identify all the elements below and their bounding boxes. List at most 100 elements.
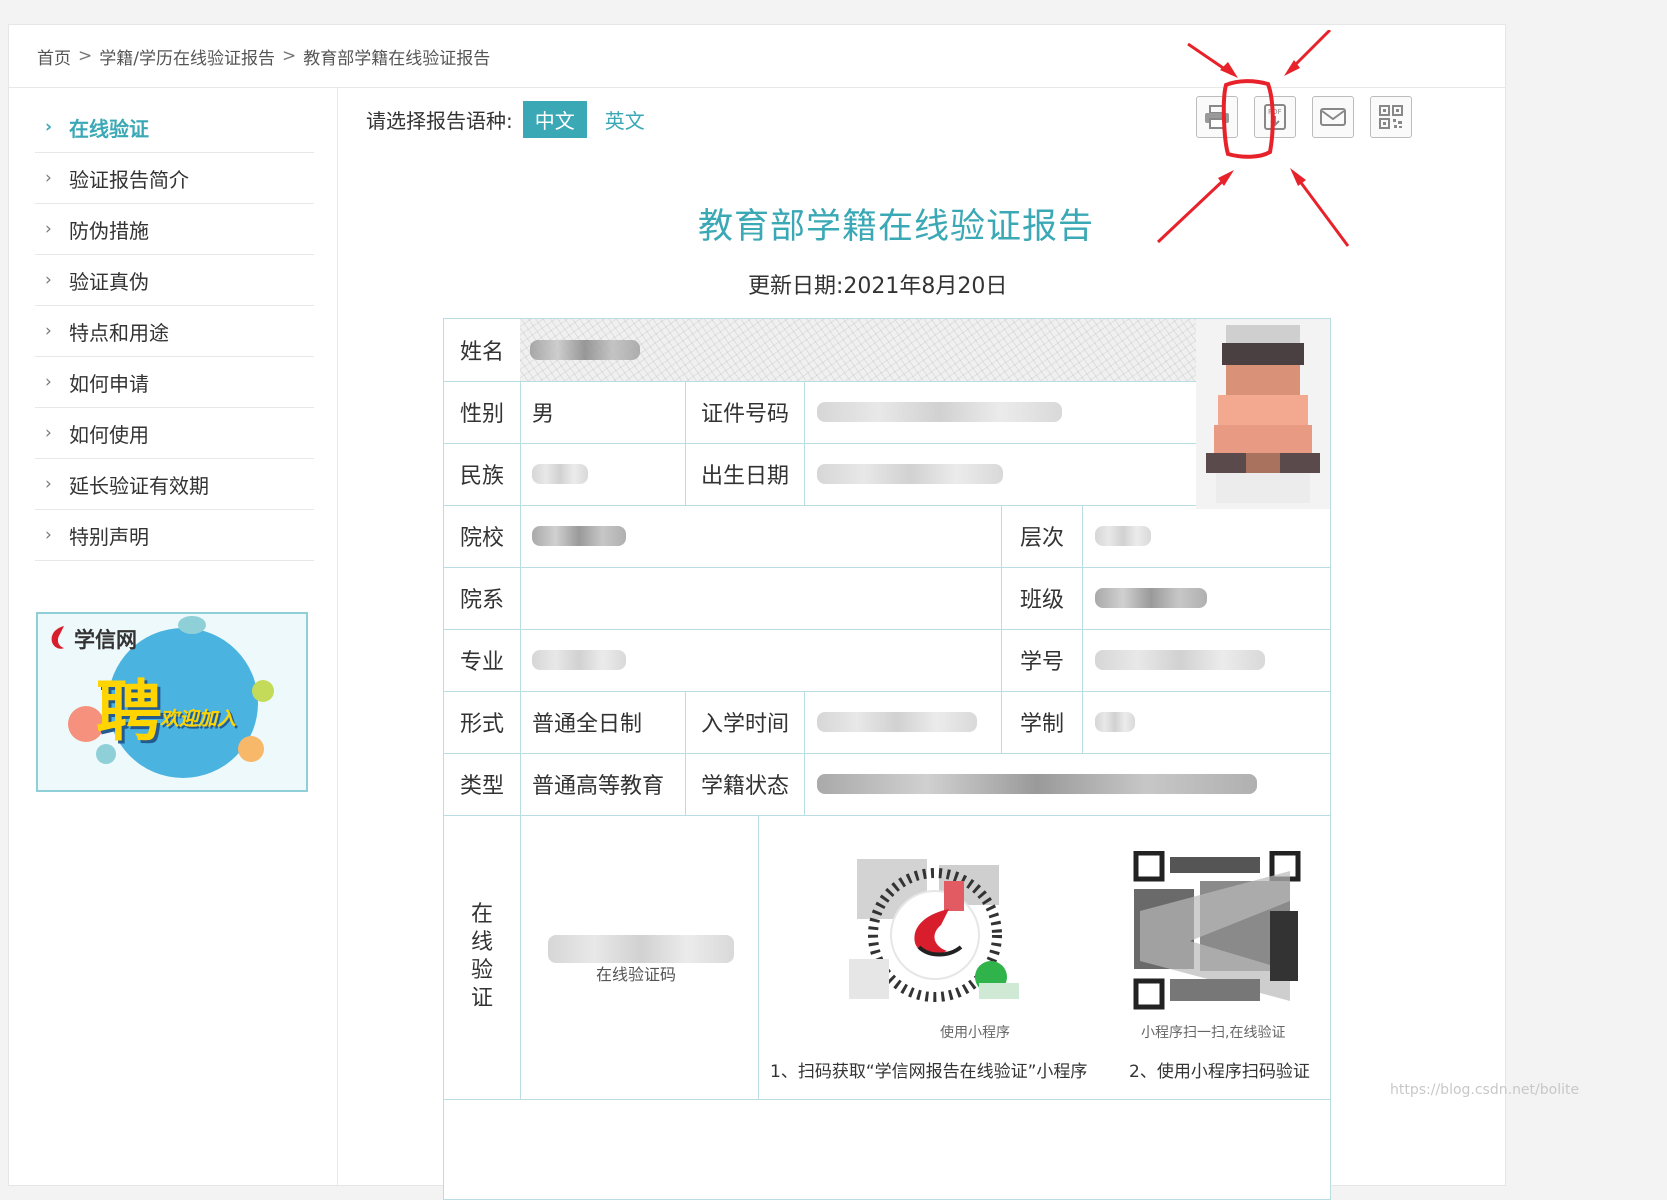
verify-label-char: 证 <box>470 986 493 1011</box>
language-zh-button[interactable]: 中文 <box>522 100 587 138</box>
verify-label-char: 在 <box>470 902 493 927</box>
table-row: 专业 学号 <box>444 629 1330 692</box>
sidebar-item-anti-counterfeit[interactable]: › 防伪措施 <box>35 204 314 255</box>
redacted-value <box>1095 526 1151 546</box>
pdf-download-button[interactable]: PDF <box>1254 96 1296 138</box>
update-date: 更新日期:2021年8月20日 <box>748 274 1008 299</box>
sidebar-item-special-statement[interactable]: › 特别声明 <box>35 510 314 561</box>
redacted-value <box>817 464 1003 484</box>
email-button[interactable] <box>1312 96 1354 138</box>
department-value <box>520 567 1002 629</box>
verify-label-char: 验 <box>470 958 493 983</box>
level-value <box>1083 505 1330 567</box>
verify-step-1: 1、扫码获取“学信网报告在线验证”小程序 <box>770 1062 1088 1082</box>
redacted-value <box>532 464 588 484</box>
redacted-value <box>532 526 626 546</box>
major-value <box>520 629 1002 691</box>
school-value <box>520 505 1002 567</box>
student-id-value <box>1083 629 1330 691</box>
redacted-value <box>1095 650 1265 670</box>
sidebar-nav: › 在线验证 › 验证报告简介 › 防伪措施 › 验证真伪 › 特点和用途 › … <box>35 102 314 561</box>
major-label: 专业 <box>444 629 521 691</box>
education-type-value: 普通高等教育 <box>520 753 686 815</box>
language-prompt: 请选择报告语种: <box>366 108 513 133</box>
chevron-right-icon: › <box>45 372 52 392</box>
table-row: 院校 层次 <box>444 505 1330 568</box>
birth-date-label: 出生日期 <box>686 443 805 505</box>
gender-label: 性别 <box>444 381 521 443</box>
sidebar-item-report-intro[interactable]: › 验证报告简介 <box>35 153 314 204</box>
email-icon <box>1320 108 1346 126</box>
watermark: https://blog.csdn.net/bolite <box>1390 1082 1580 1098</box>
breadcrumb-separator: > <box>281 46 297 66</box>
language-en-button[interactable]: 英文 <box>593 101 657 138</box>
sidebar-item-label: 验证报告简介 <box>69 167 189 192</box>
education-type-label: 类型 <box>444 753 521 815</box>
sidebar-item-label: 特点和用途 <box>69 320 169 345</box>
sidebar-item-how-to-use[interactable]: › 如何使用 <box>35 408 314 459</box>
recruitment-banner[interactable]: 学信网 聘 欢迎加入 <box>36 612 308 792</box>
sidebar-item-label: 特别声明 <box>69 524 149 549</box>
enrollment-status-label: 学籍状态 <box>686 753 805 815</box>
redacted-value <box>817 402 1062 422</box>
banner-dot <box>238 736 264 762</box>
study-form-value: 普通全日制 <box>520 691 686 753</box>
online-verify-label: 在 线 验 证 <box>444 815 521 1099</box>
redacted-value <box>530 340 640 360</box>
duration-value <box>1083 691 1330 753</box>
verify-step-2: 2、使用小程序扫码验证 <box>1129 1062 1310 1082</box>
redacted-value <box>532 650 626 670</box>
chevron-right-icon: › <box>45 423 52 443</box>
department-label: 院系 <box>444 567 521 629</box>
id-number-label: 证件号码 <box>686 381 805 443</box>
sidebar-item-verify-authenticity[interactable]: › 验证真伪 <box>35 255 314 306</box>
sidebar-item-features[interactable]: › 特点和用途 <box>35 306 314 357</box>
class-value <box>1083 567 1330 629</box>
table-row: 院系 班级 <box>444 567 1330 630</box>
verify-code-box: 在线验证码 <box>520 815 759 1099</box>
chevron-right-icon: › <box>45 168 52 188</box>
breadcrumb-current: 教育部学籍在线验证报告 <box>303 48 491 69</box>
svg-text:PDF: PDF <box>1268 108 1282 116</box>
verify-label-char: 线 <box>470 930 493 955</box>
sidebar-item-label: 在线验证 <box>69 116 149 141</box>
banner-slogan: 欢迎加入 <box>160 708 237 730</box>
pdf-download-icon: PDF <box>1264 104 1286 130</box>
redacted-value <box>1095 712 1135 732</box>
ethnicity-value <box>520 443 686 505</box>
print-button[interactable] <box>1196 96 1238 138</box>
breadcrumb-report-link[interactable]: 学籍/学历在线验证报告 <box>99 44 275 69</box>
duration-label: 学制 <box>1002 691 1083 753</box>
birth-date-value <box>805 443 1196 505</box>
banner-dot <box>178 616 206 634</box>
table-row: 在 线 验 证 在线验证码 使用小程序 小程序扫一扫,在线验证 1、扫码获取“学… <box>444 815 1330 1100</box>
sidebar-item-online-verify[interactable]: › 在线验证 <box>35 102 314 153</box>
gender-value: 男 <box>520 381 686 443</box>
qrcode-image <box>1130 851 1302 1013</box>
qrcode-icon <box>1379 105 1403 129</box>
redacted-value <box>817 712 977 732</box>
ethnicity-label: 民族 <box>444 443 521 505</box>
sidebar-item-label: 延长验证有效期 <box>69 473 209 498</box>
verify-code-caption: 在线验证码 <box>596 965 677 984</box>
chevron-right-icon: › <box>45 321 52 341</box>
table-row: 类型 普通高等教育 学籍状态 <box>444 753 1330 816</box>
sidebar-item-how-to-apply[interactable]: › 如何申请 <box>35 357 314 408</box>
student-photo <box>1196 319 1330 509</box>
banner-headline: 聘 <box>96 672 162 750</box>
sidebar-item-extend-validity[interactable]: › 延长验证有效期 <box>35 459 314 510</box>
print-icon <box>1205 105 1229 129</box>
report-table: 姓名 性别 男 证件号码 民族 出生日期 院校 层次 院系 班级 专业 学号 形… <box>443 318 1331 1200</box>
chevron-right-icon: › <box>45 219 52 239</box>
report-toolbar: PDF <box>1196 96 1428 138</box>
breadcrumb-home-link[interactable]: 首页 <box>37 44 71 69</box>
sidebar: › 在线验证 › 验证报告简介 › 防伪措施 › 验证真伪 › 特点和用途 › … <box>9 88 338 1185</box>
enrollment-date-value <box>805 691 1002 753</box>
chevron-right-icon: › <box>45 270 52 290</box>
student-id-label: 学号 <box>1002 629 1083 691</box>
sidebar-item-label: 如何使用 <box>69 422 149 447</box>
name-label: 姓名 <box>444 319 521 381</box>
banner-dot <box>252 680 274 702</box>
qrcode-button[interactable] <box>1370 96 1412 138</box>
chsi-logo-icon <box>51 626 64 649</box>
